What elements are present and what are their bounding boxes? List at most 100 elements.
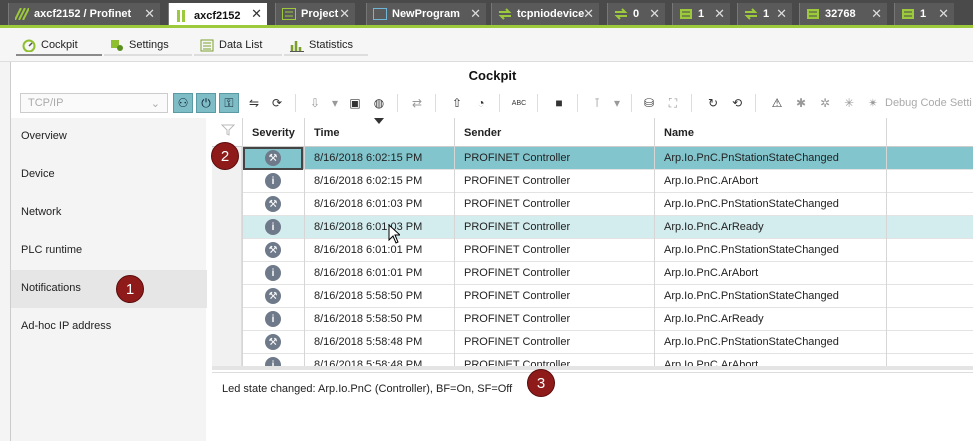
- settings-icon: [111, 39, 123, 51]
- warning-button[interactable]: ⚠: [767, 93, 787, 113]
- sidebar-item-device[interactable]: Device: [11, 156, 207, 194]
- sort-descending-icon[interactable]: [374, 118, 384, 124]
- download-dropdown[interactable]: ▾: [325, 93, 345, 113]
- tab-1[interactable]: 1 ✕: [672, 3, 730, 25]
- tab-data-list[interactable]: Data List: [194, 36, 282, 56]
- close-icon[interactable]: ✕: [251, 6, 262, 22]
- tab-settings[interactable]: Settings: [104, 36, 192, 56]
- row-header[interactable]: [212, 216, 242, 239]
- column-divider: [304, 118, 305, 368]
- connect-button[interactable]: ⇋: [244, 93, 264, 113]
- save-device-button[interactable]: ⛁: [639, 93, 659, 113]
- row-header[interactable]: [212, 262, 242, 285]
- status-button[interactable]: ⏻: [196, 93, 216, 113]
- sync-button[interactable]: ⟳: [267, 93, 287, 113]
- table-row[interactable]: ⚒ 8/16/2018 6:01:01 PM PROFINET Controller…: [212, 239, 973, 262]
- row-header[interactable]: [212, 239, 242, 262]
- debug-code-settings-label[interactable]: Debug Code Setti: [885, 97, 972, 109]
- download-button[interactable]: ⇩: [305, 93, 325, 113]
- tab-tcpniodevice[interactable]: tcpniodevice ✕: [491, 3, 599, 25]
- horizontal-scrollbar[interactable]: [212, 366, 973, 370]
- close-icon[interactable]: ✕: [339, 6, 350, 22]
- stop-button[interactable]: ■: [549, 93, 569, 113]
- upload-icon: ⇧: [451, 96, 463, 110]
- reset-icon: ⟲: [731, 96, 743, 110]
- program-icon: [373, 8, 387, 20]
- sidebar-item-notifications[interactable]: Notifications: [11, 270, 207, 308]
- table-row[interactable]: i 8/16/2018 5:58:50 PM PROFINET Controller…: [212, 308, 973, 331]
- tab-32768[interactable]: 32768 ✕: [799, 3, 887, 25]
- refresh-button[interactable]: ↻: [703, 93, 723, 113]
- row-header[interactable]: [212, 308, 242, 331]
- close-icon[interactable]: ✕: [470, 6, 481, 22]
- filter-icon[interactable]: [221, 124, 235, 136]
- tab-axcf2152[interactable]: axcf2152 ✕: [168, 3, 267, 25]
- column-header-sender[interactable]: Sender: [464, 127, 501, 139]
- close-icon[interactable]: ✕: [776, 6, 787, 22]
- tab-project[interactable]: Project ✕: [275, 3, 355, 25]
- info-icon: i: [265, 219, 281, 235]
- probe-dropdown[interactable]: ▾: [607, 93, 627, 113]
- tab-newprogram[interactable]: NewProgram ✕: [366, 3, 486, 25]
- close-icon[interactable]: ✕: [871, 6, 882, 22]
- connection-select[interactable]: TCP/IP ⌄: [20, 93, 168, 113]
- memory-card-button[interactable]: ▣: [345, 93, 365, 113]
- reset-button[interactable]: ⟲: [727, 93, 747, 113]
- network-tree-button[interactable]: ⚇: [173, 93, 193, 113]
- debug-toggle-button[interactable]: ✲: [815, 93, 835, 113]
- toolbar-divider: [397, 94, 398, 112]
- tab-axcf2152-profinet[interactable]: axcf2152 / Profinet ✕: [8, 3, 160, 25]
- tab-0[interactable]: 0 ✕: [607, 3, 665, 25]
- sidebar-item-adhoc-ip[interactable]: Ad-hoc IP address: [11, 308, 207, 346]
- tab-1-module[interactable]: 1 ✕: [894, 3, 954, 25]
- sidebar-item-plc-runtime[interactable]: PLC runtime: [11, 232, 207, 270]
- table-row[interactable]: i 8/16/2018 6:01:01 PM PROFINET Controller…: [212, 262, 973, 285]
- column-header-time[interactable]: Time: [314, 127, 339, 139]
- sidebar-item-overview[interactable]: Overview: [11, 118, 207, 156]
- table-row[interactable]: ⚒ 8/16/2018 6:02:15 PM PROFINET Controller…: [212, 147, 973, 170]
- close-icon[interactable]: ✕: [144, 6, 155, 22]
- cell-sender: PROFINET Controller: [464, 175, 571, 187]
- swap-button[interactable]: ⇄: [407, 93, 427, 113]
- sidebar-item-network[interactable]: Network: [11, 194, 207, 232]
- close-icon[interactable]: ✕: [938, 6, 949, 22]
- tab-cockpit[interactable]: Cockpit: [16, 36, 102, 56]
- cell-time: 8/16/2018 6:02:15 PM: [314, 152, 423, 164]
- transfer-icon: [498, 8, 512, 20]
- probe-button[interactable]: ⊺: [587, 93, 607, 113]
- upload-button[interactable]: ⇧: [447, 93, 467, 113]
- close-icon[interactable]: ✕: [649, 6, 660, 22]
- tab-1-transfer[interactable]: 1 ✕: [737, 3, 792, 25]
- io-module-icon: [680, 9, 692, 19]
- debug-add-button[interactable]: ✳: [839, 93, 859, 113]
- table-row[interactable]: i 8/16/2018 6:01:03 PM PROFINET Controller…: [212, 216, 973, 239]
- close-icon[interactable]: ✕: [583, 6, 594, 22]
- row-header[interactable]: [212, 170, 242, 193]
- page-title: Cockpit: [468, 68, 517, 83]
- editor-sub-tabs: Cockpit Settings Data List Statistics: [0, 28, 973, 62]
- column-header-name[interactable]: Name: [664, 127, 694, 139]
- row-header[interactable]: [212, 285, 242, 308]
- tab-statistics[interactable]: Statistics: [284, 36, 368, 56]
- key-button[interactable]: ⚿: [219, 93, 239, 113]
- spellcheck-button[interactable]: ABC: [509, 93, 529, 113]
- column-header-severity[interactable]: Severity: [252, 127, 295, 139]
- table-row[interactable]: ⚒ 8/16/2018 5:58:48 PM PROFINET Controller…: [212, 331, 973, 354]
- table-row[interactable]: i 8/16/2018 6:02:15 PM PROFINET Controller…: [212, 170, 973, 193]
- row-header[interactable]: [212, 193, 242, 216]
- debug-settings-button[interactable]: ✴: [863, 93, 883, 113]
- cell-time: 8/16/2018 5:58:50 PM: [314, 290, 423, 302]
- timer-button[interactable]: ◔: [471, 93, 491, 113]
- debug-step-button[interactable]: ✱: [791, 93, 811, 113]
- mouse-cursor-icon: [388, 224, 400, 244]
- table-row[interactable]: ⚒ 8/16/2018 5:58:50 PM PROFINET Controller…: [212, 285, 973, 308]
- close-icon[interactable]: ✕: [714, 6, 725, 22]
- chevron-down-icon: ▾: [613, 96, 621, 110]
- globe-button[interactable]: ◍: [369, 93, 389, 113]
- io-module-icon: [807, 9, 819, 19]
- io-module-icon: [902, 9, 914, 19]
- row-header[interactable]: [212, 331, 242, 354]
- restore-button[interactable]: ⛶: [663, 93, 683, 113]
- table-row[interactable]: ⚒ 8/16/2018 6:01:03 PM PROFINET Controller…: [212, 193, 973, 216]
- stop-icon: ■: [555, 96, 563, 110]
